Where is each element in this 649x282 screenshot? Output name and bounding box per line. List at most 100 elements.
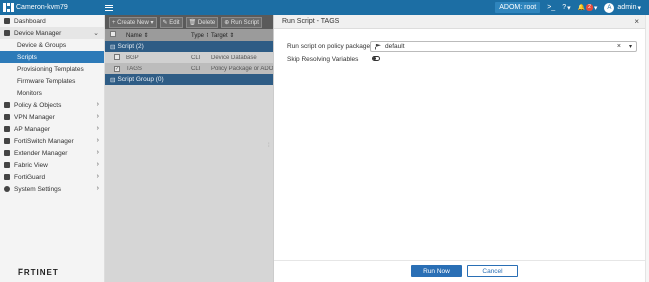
script-type: CLI bbox=[191, 65, 201, 72]
panel-footer: Run Now Cancel bbox=[274, 260, 646, 282]
chevron-right-icon: › bbox=[96, 161, 99, 168]
chevron-down-icon: ▾ bbox=[593, 4, 598, 12]
sidebar-item-label: Device & Groups bbox=[17, 41, 67, 49]
column-header-name[interactable]: Name ⇕ bbox=[123, 32, 188, 39]
avatar: A bbox=[604, 2, 615, 13]
script-name: TAGS bbox=[126, 65, 142, 72]
sidebar-item-extender-manager[interactable]: Extender Manager › bbox=[0, 147, 104, 159]
sidebar-item-label: Device Manager bbox=[14, 29, 62, 37]
chevron-down-icon: ▾ bbox=[637, 4, 641, 12]
skip-resolving-toggle[interactable] bbox=[372, 56, 380, 61]
sidebar-item-fabric-view[interactable]: Fabric View › bbox=[0, 159, 104, 171]
edit-button[interactable]: ✎ Edit bbox=[159, 16, 183, 28]
close-icon[interactable]: × bbox=[634, 17, 639, 26]
policy-icon bbox=[4, 102, 10, 108]
sidebar-item-label: FortiSwitch Manager bbox=[14, 137, 74, 145]
cancel-button[interactable]: Cancel bbox=[467, 265, 518, 277]
user-menu[interactable]: A admin ▾ bbox=[604, 2, 641, 13]
dashboard-icon bbox=[4, 18, 10, 24]
sidebar-item-label: Provisioning Templates bbox=[17, 65, 84, 73]
chevron-right-icon: › bbox=[96, 185, 99, 192]
row-checkbox[interactable]: ✓ bbox=[105, 65, 123, 72]
chevron-right-icon: › bbox=[96, 149, 99, 156]
script-target: Policy Package or ADOM bbox=[211, 65, 273, 72]
policy-package-value: default bbox=[385, 43, 405, 50]
sidebar-item-ap-manager[interactable]: AP Manager › bbox=[0, 123, 104, 135]
table-row[interactable]: BGP CLI Device Database bbox=[105, 52, 273, 63]
chevron-right-icon: › bbox=[96, 137, 99, 144]
bell-icon: 🔔 bbox=[577, 5, 586, 11]
chevron-down-icon: ▾ bbox=[567, 4, 571, 12]
run-now-button[interactable]: Run Now bbox=[411, 265, 462, 277]
resize-handle-icon[interactable]: ⁞ bbox=[268, 143, 272, 151]
collapse-icon: ⊟ bbox=[110, 43, 116, 51]
sidebar-item-fortiguard[interactable]: FortiGuard › bbox=[0, 171, 104, 183]
policy-package-select[interactable]: default × ▾ bbox=[370, 41, 637, 52]
extender-icon bbox=[4, 150, 10, 156]
brand[interactable]: Cameron-kvm79 bbox=[0, 0, 105, 15]
chevron-down-icon[interactable]: ▾ bbox=[629, 43, 632, 50]
sidebar-item-vpn-manager[interactable]: VPN Manager › bbox=[0, 111, 104, 123]
select-all-checkbox[interactable] bbox=[105, 31, 123, 39]
sidebar-item-fortiswitch-manager[interactable]: FortiSwitch Manager › bbox=[0, 135, 104, 147]
gear-icon bbox=[4, 186, 10, 192]
device-name: Cameron-kvm79 bbox=[16, 4, 68, 11]
adom-selector[interactable]: ADOM: root bbox=[495, 2, 541, 13]
cli-console-icon[interactable]: >_ bbox=[547, 4, 555, 11]
skip-resolving-label: Skip Resolving Variables bbox=[287, 56, 359, 63]
sidebar-item-label: VPN Manager bbox=[14, 113, 55, 121]
delete-button[interactable]: 🗑 Delete bbox=[185, 16, 219, 28]
sidebar-item-firmware-templates[interactable]: Firmware Templates bbox=[0, 75, 104, 87]
row-checkbox[interactable] bbox=[105, 53, 123, 62]
sidebar-item-label: Scripts bbox=[17, 53, 37, 61]
group-label: Script (2) bbox=[117, 43, 144, 50]
column-header-type[interactable]: Type ⇕ bbox=[188, 32, 208, 39]
sidebar-item-policy-objects[interactable]: Policy & Objects › bbox=[0, 99, 104, 111]
device-manager-icon bbox=[4, 30, 10, 36]
sidebar-item-label: AP Manager bbox=[14, 125, 51, 133]
access-point-icon bbox=[4, 126, 10, 132]
clear-icon[interactable]: × bbox=[617, 43, 621, 50]
sidebar: Dashboard Device Manager ⌄ Device & Grou… bbox=[0, 15, 105, 282]
chevron-right-icon: › bbox=[96, 101, 99, 108]
table-row[interactable]: ✓ TAGS CLI Policy Package or ADOM bbox=[105, 63, 273, 74]
chevron-down-icon: ⌄ bbox=[93, 30, 99, 37]
panel-title: Run Script - TAGS bbox=[282, 18, 340, 25]
script-target: Device Database bbox=[211, 54, 257, 61]
group-row-script[interactable]: ⊟ Script (2) bbox=[105, 41, 273, 52]
top-bar: Cameron-kvm79 ADOM: root >_ ? ▾ 🔔 2 ▾ A … bbox=[0, 0, 649, 15]
sidebar-item-device-manager[interactable]: Device Manager ⌄ bbox=[0, 27, 104, 39]
sidebar-item-monitors[interactable]: Monitors bbox=[0, 87, 104, 99]
run-script-button[interactable]: ⊕ Run Script bbox=[221, 16, 262, 28]
sidebar-item-label: Extender Manager bbox=[14, 149, 68, 157]
sidebar-item-label: Policy & Objects bbox=[14, 101, 62, 109]
sidebar-item-label: FortiGuard bbox=[14, 173, 46, 181]
switch-icon bbox=[4, 138, 10, 144]
chevron-right-icon: › bbox=[96, 113, 99, 120]
help-menu[interactable]: ? ▾ bbox=[562, 4, 570, 12]
vpn-icon bbox=[4, 114, 10, 120]
panel-header: Run Script - TAGS × bbox=[274, 15, 645, 29]
policy-package-icon bbox=[375, 43, 381, 50]
sidebar-item-label: System Settings bbox=[14, 185, 61, 193]
notifications-menu[interactable]: 🔔 2 ▾ bbox=[577, 4, 598, 12]
sidebar-item-provisioning-templates[interactable]: Provisioning Templates bbox=[0, 63, 104, 75]
sidebar-item-device-groups[interactable]: Device & Groups bbox=[0, 39, 104, 51]
create-new-button[interactable]: + Create New ▾ bbox=[109, 16, 157, 28]
run-script-panel: Run Script - TAGS × Run script on policy… bbox=[273, 15, 646, 282]
group-label: Script Group (0) bbox=[117, 76, 164, 83]
fabric-icon bbox=[4, 162, 10, 168]
sidebar-item-scripts[interactable]: Scripts bbox=[0, 51, 104, 63]
group-row-script-group[interactable]: ⊟ Script Group (0) bbox=[105, 74, 273, 85]
menu-toggle-icon[interactable] bbox=[105, 3, 113, 11]
help-icon: ? bbox=[562, 4, 567, 11]
collapse-icon: ⊟ bbox=[110, 76, 116, 84]
sidebar-item-label: Fabric View bbox=[14, 161, 48, 169]
shield-icon bbox=[4, 174, 10, 180]
toolbar: + Create New ▾ ✎ Edit 🗑 Delete ⊕ Run Scr… bbox=[105, 15, 273, 29]
fortinet-logo: F̅RTINET bbox=[18, 268, 59, 277]
sidebar-item-system-settings[interactable]: System Settings › bbox=[0, 183, 104, 195]
scripts-list-area: + Create New ▾ ✎ Edit 🗑 Delete ⊕ Run Scr… bbox=[105, 15, 273, 282]
column-header-target[interactable]: Target ⇕ bbox=[208, 32, 273, 39]
sidebar-item-dashboard[interactable]: Dashboard bbox=[0, 15, 104, 27]
